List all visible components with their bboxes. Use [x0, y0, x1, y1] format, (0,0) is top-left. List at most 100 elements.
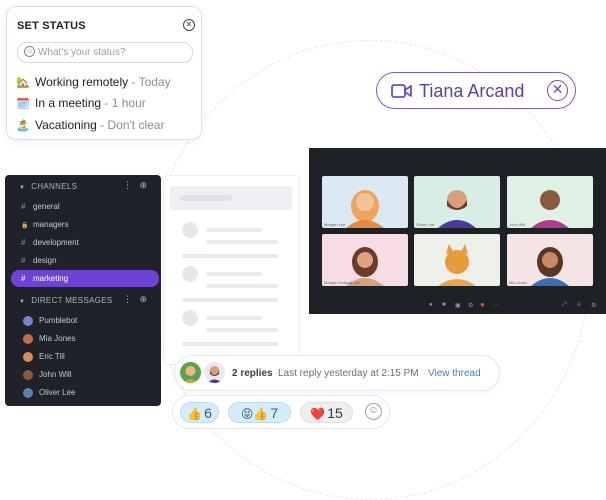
skeleton-line — [182, 254, 278, 258]
reaction-thumbs-up[interactable]: 👍 6 — [180, 402, 219, 423]
dm-header[interactable]: ▼ DIRECT MESSAGES — [19, 296, 113, 305]
sidebar-item-eric-till[interactable]: Eric Till — [23, 352, 65, 362]
participants-icon[interactable]: ≡ — [577, 302, 581, 308]
sidebar-item-mia-jones[interactable]: Mia Jones — [23, 334, 75, 344]
participant-avatar — [438, 190, 476, 228]
skeleton-line — [182, 298, 278, 302]
skeleton-line — [206, 316, 262, 320]
reply-count: 2 replies — [232, 368, 273, 379]
sidebar-item-john-will[interactable]: John Will — [23, 370, 71, 380]
set-status-popover: SET STATUS ✕ ☺ What's your status? 🏡 Work… — [6, 6, 202, 140]
sidebar-item-development[interactable]: # development — [21, 238, 79, 247]
reaction-count: 7 — [270, 405, 279, 421]
participant-avatar — [346, 190, 384, 228]
camera-icon[interactable]: ■ — [442, 302, 446, 308]
status-option-remote[interactable]: 🏡 Working remotely - Today — [16, 75, 171, 89]
channels-label: CHANNELS — [31, 182, 78, 191]
avatar — [23, 316, 33, 326]
add-reaction-icon[interactable]: ☺ — [365, 403, 382, 420]
video-camera-icon — [391, 84, 412, 98]
skeleton-line — [206, 240, 278, 244]
video-tile[interactable]: Morgan Holland-Lee — [322, 234, 408, 286]
tile-label: Mia Jones — [509, 280, 528, 285]
skeleton-line — [182, 342, 278, 346]
hash-icon: # — [21, 256, 26, 265]
add-dm-icon[interactable]: ⊕ — [140, 294, 148, 304]
skeleton-line — [206, 228, 262, 232]
video-tile[interactable]: Mia Jones — [507, 234, 593, 286]
hash-icon: # — [21, 238, 26, 247]
skeleton-header — [170, 186, 292, 210]
tile-label: John Will — [509, 222, 526, 227]
screen-share-icon[interactable]: ▣ — [455, 302, 461, 309]
status-input-placeholder: What's your status? — [38, 47, 126, 58]
more-icon[interactable]: ⋮ — [123, 180, 132, 190]
house-icon: 🏡 — [16, 77, 30, 89]
video-call-window: Morgan Lee Oliver Lee John Will Morgan H… — [309, 148, 606, 314]
channels-header[interactable]: ▼ CHANNELS — [19, 182, 77, 191]
thread-summary[interactable]: 2 replies Last reply yesterday at 2:15 P… — [174, 355, 500, 391]
dm-name: Oliver Lee — [39, 388, 76, 398]
avatar — [23, 334, 33, 344]
sidebar-item-pumblebot[interactable]: Pumblebot — [23, 316, 77, 326]
close-icon[interactable]: ✕ — [547, 80, 568, 101]
reaction-heart[interactable]: ❤️ 15 — [300, 402, 353, 423]
status-option-vacation[interactable]: 🏝️ Vacationing - Don't clear — [16, 118, 164, 132]
video-tile[interactable]: Oliver Lee — [414, 176, 500, 228]
close-icon[interactable]: ✕ — [183, 19, 195, 31]
dm-name: Pumblebot — [39, 316, 78, 326]
video-tile[interactable]: Morgan Lee — [322, 176, 408, 228]
mic-icon[interactable]: ● — [429, 302, 433, 308]
participant-avatar — [346, 247, 384, 286]
reaction-tongue-thumbs[interactable]: 😝👍 7 — [228, 402, 291, 423]
status-option-duration: - 1 hour — [101, 96, 146, 110]
status-input[interactable]: ☺ What's your status? — [17, 42, 193, 63]
channels-actions: ⋮ ⊕ — [123, 180, 147, 191]
channel-label: general — [33, 202, 60, 211]
sidebar-item-oliver-lee[interactable]: Oliver Lee — [23, 388, 75, 398]
chevron-down-icon: ▼ — [19, 299, 26, 305]
thumbs-up-icon: 👍 — [187, 407, 203, 421]
last-reply-time: Last reply yesterday at 2:15 PM — [278, 368, 419, 379]
more-icon[interactable]: ⋯ — [493, 302, 499, 309]
skeleton-line — [206, 272, 262, 276]
channel-label: marketing — [33, 274, 69, 283]
reaction-count: 6 — [204, 405, 212, 421]
video-tile[interactable] — [414, 234, 500, 286]
status-option-label: In a meeting — [35, 96, 102, 110]
settings-icon[interactable]: ⚙ — [468, 302, 473, 309]
sidebar: ▼ CHANNELS ⋮ ⊕ # general 🔒 managers # develo… — [5, 175, 161, 406]
status-option-label: Working remotely — [35, 75, 129, 89]
tongue-thumbs-icon: 😝👍 — [240, 407, 269, 421]
heart-icon: ❤️ — [310, 407, 326, 421]
more-icon[interactable]: ⋮ — [123, 294, 132, 304]
reaction-count: 15 — [327, 405, 343, 421]
chevron-down-icon: ▼ — [19, 185, 26, 191]
options-icon[interactable]: ⚙ — [591, 302, 596, 309]
video-tile[interactable]: John Will — [507, 176, 593, 228]
smile-icon: ☺ — [24, 46, 35, 57]
end-call-icon[interactable]: ● — [480, 300, 485, 309]
add-channel-icon[interactable]: ⊕ — [140, 180, 148, 190]
sidebar-item-general[interactable]: # general — [21, 202, 60, 211]
view-thread-link[interactable]: View thread — [428, 368, 481, 379]
channel-label: managers — [33, 220, 69, 229]
participant-avatar — [438, 244, 476, 286]
sidebar-item-marketing[interactable]: # marketing — [11, 270, 159, 287]
dm-label: DIRECT MESSAGES — [31, 296, 113, 305]
sidebar-item-design[interactable]: # design — [21, 256, 57, 265]
participant-avatar — [531, 190, 569, 228]
participant-avatar — [531, 247, 569, 286]
tile-label: Morgan Holland-Lee — [324, 280, 361, 285]
status-option-meeting[interactable]: 🗓️ In a meeting - 1 hour — [16, 96, 146, 110]
avatar — [23, 352, 33, 362]
incoming-call-pill[interactable]: Tiana Arcand ✕ — [376, 72, 576, 109]
expand-icon[interactable]: ⤢ — [562, 302, 567, 309]
skeleton-avatar — [182, 222, 198, 238]
hash-icon: # — [21, 202, 26, 211]
sidebar-item-managers[interactable]: 🔒 managers — [21, 220, 69, 229]
marketing-illustration: SET STATUS ✕ ☺ What's your status? 🏡 Work… — [0, 0, 606, 500]
avatar — [23, 388, 33, 398]
tile-label: Morgan Lee — [324, 222, 346, 227]
message-list-placeholder — [163, 175, 300, 365]
